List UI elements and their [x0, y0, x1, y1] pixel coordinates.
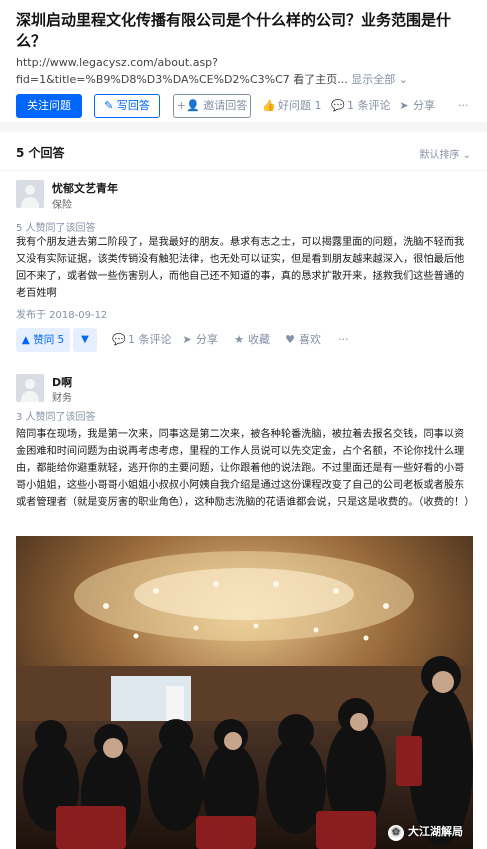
- invite-answer-button[interactable]: +👤 邀请回答: [173, 94, 251, 118]
- voters-text[interactable]: 5 人赞同了该回答: [16, 219, 96, 234]
- answer-share-button[interactable]: ➤ 分享: [180, 328, 218, 352]
- question-detail: http://www.legacysz.com/about.asp?fid=1&…: [16, 54, 478, 88]
- author-bio: 保险: [52, 200, 72, 211]
- question-share-label: 分享: [413, 99, 435, 112]
- favorite-label: 收藏: [248, 333, 270, 346]
- question-share-button[interactable]: ➤ 分享: [397, 94, 435, 118]
- answer-more-button[interactable]: ···: [338, 328, 349, 352]
- question-url-text: http://www.legacysz.com/about.asp?fid=1&…: [16, 56, 348, 86]
- downvote-button[interactable]: ▼: [73, 328, 97, 352]
- share-icon: ➤: [182, 333, 192, 346]
- voters-text[interactable]: 3 人赞同了该回答: [16, 408, 96, 423]
- watermark: ✿ 大江湖解局: [388, 823, 463, 841]
- author-bio: 财务: [52, 393, 72, 404]
- star-icon: ★: [234, 333, 244, 346]
- answers-card: 5 个回答 默认排序 ⌄ 忧郁文艺青年 保险 5 人赞同了该回答 我有个朋友进去…: [0, 132, 487, 849]
- question-card: 深圳启动里程文化传播有限公司是个什么样的公司？业务范围是什么？ http://w…: [0, 0, 487, 122]
- wechat-icon: ✿: [388, 825, 404, 841]
- answer-content: 我有个朋友进去第二阶段了，是我最好的朋友。悬求有志之士，可以揭露里面的问题，洗脑…: [16, 237, 465, 299]
- event-room-photo: [16, 536, 473, 849]
- write-answer-label: 写回答: [116, 99, 150, 112]
- follow-question-button[interactable]: 关注问题: [16, 94, 82, 118]
- publish-date[interactable]: 发布于 2018-09-12: [16, 306, 107, 321]
- heart-icon: ♥: [285, 333, 295, 346]
- question-actions: 关注问题 ✎ 写回答 +👤 邀请回答 👍 好问题 1 💬 1 条评论 ➤ 分享 ···: [16, 94, 476, 118]
- answer-count: 5 个回答: [16, 146, 65, 160]
- sort-dropdown[interactable]: 默认排序 ⌄: [419, 146, 471, 161]
- answer-photo[interactable]: ✿ 大江湖解局: [16, 536, 473, 849]
- show-all-link[interactable]: 显示全部 ⌄: [351, 73, 408, 86]
- add-user-icon: +👤: [176, 99, 204, 112]
- good-question-button[interactable]: 👍 好问题 1: [262, 94, 322, 118]
- question-more-button[interactable]: ···: [458, 94, 469, 118]
- good-question-label: 好问题 1: [278, 99, 322, 112]
- watermark-text: 大江湖解局: [408, 825, 463, 838]
- divider: [0, 170, 487, 171]
- author-name[interactable]: D啊: [52, 374, 72, 390]
- invite-answer-label: 邀请回答: [203, 99, 248, 112]
- answer-content: 陪同事在现场，我是第一次来，同事这是第二次来，被各种轮番洗脑，被拉着去报名交钱，…: [16, 429, 475, 508]
- question-title[interactable]: 深圳启动里程文化传播有限公司是个什么样的公司？业务范围是什么？: [16, 10, 476, 52]
- author-name[interactable]: 忧郁文艺青年: [52, 180, 118, 196]
- share-icon: ➤: [399, 99, 409, 112]
- comment-icon: 💬: [112, 333, 126, 346]
- like-button[interactable]: ♥ 喜欢: [283, 328, 321, 352]
- favorite-button[interactable]: ★ 收藏: [232, 328, 270, 352]
- upvote-button[interactable]: ▲ 赞同 5: [16, 328, 70, 352]
- section-separator: [0, 122, 487, 132]
- question-comments-button[interactable]: 💬 1 条评论: [331, 94, 391, 118]
- comment-icon: 💬: [331, 99, 345, 112]
- answer-comments-button[interactable]: 💬 1 条评论: [112, 328, 172, 352]
- avatar[interactable]: [16, 180, 44, 208]
- pencil-icon: ✎: [104, 99, 117, 112]
- answer-share-label: 分享: [196, 333, 218, 346]
- question-comments-label: 1 条评论: [347, 99, 391, 112]
- answer-comments-label: 1 条评论: [128, 333, 172, 346]
- avatar[interactable]: [16, 374, 44, 402]
- thumbs-up-icon: 👍: [262, 99, 276, 112]
- like-label: 喜欢: [299, 333, 321, 346]
- write-answer-button[interactable]: ✎ 写回答: [94, 94, 160, 118]
